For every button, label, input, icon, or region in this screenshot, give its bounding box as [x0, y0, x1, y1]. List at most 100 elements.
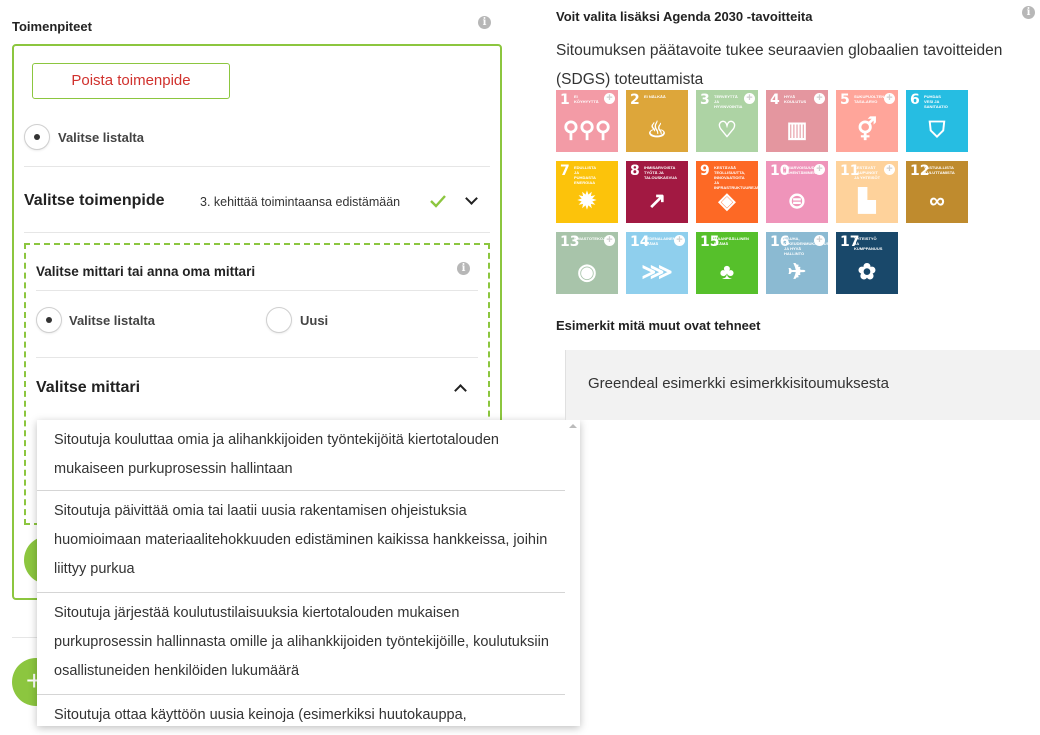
list-item[interactable]: Sitoutuja päivittää omia tai laatii uusi… — [37, 491, 565, 593]
sdg-goal-7[interactable]: 7 Edullista ja puhdasta energiaa ✹ — [556, 161, 618, 223]
add-icon[interactable] — [604, 233, 615, 247]
select-action-dropdown[interactable]: Valitse toimenpide 3. kehittää toimintaa… — [24, 180, 490, 224]
chevron-up-icon[interactable] — [454, 384, 467, 397]
sdg-goal-number: 1 — [560, 92, 570, 108]
sdg-goal-label: Yhteistyö ja kumppanuus — [854, 236, 883, 251]
list-item-text: Sitoutuja päivittää omia tai laatii uusi… — [54, 503, 548, 577]
sdg-goal-17[interactable]: 17 Yhteistyö ja kumppanuus ✿ — [836, 232, 898, 294]
scroll-up-icon[interactable] — [569, 424, 577, 428]
select-action-label: Valitse toimenpide — [24, 192, 165, 209]
divider — [24, 232, 490, 233]
agenda-description: Sitoumuksen päätavoite tukee seuraavien … — [556, 42, 1003, 88]
sdg-goal-label: Edullista ja puhdasta energiaa — [574, 165, 596, 185]
sdg-goal-number: 3 — [700, 92, 710, 108]
equal-icon: ⊜ — [787, 188, 807, 213]
sdg-goal-label: Vastuullista kuluttamista — [924, 165, 955, 175]
list-item-text: Sitoutuja kouluttaa omia ja alihankkijoi… — [54, 432, 499, 477]
agenda-title: Voit valita lisäksi Agenda 2030 -tavoitt… — [556, 9, 813, 24]
city-icon: ▙ — [858, 188, 876, 213]
sdg-goal-14[interactable]: 14Vedenalainen elämä⋙ — [626, 232, 688, 294]
heartbeat-icon: ♡ — [717, 117, 737, 142]
check-icon — [430, 195, 446, 208]
bowl-icon: ♨ — [647, 117, 667, 142]
list-item-text: Sitoutuja ottaa käyttöön uusia keinoja (… — [54, 707, 467, 723]
sdg-goal-16[interactable]: 16 Rauha, oikeudenmukaisuus ja hyvä halli… — [766, 232, 828, 294]
radio-metric-list[interactable] — [36, 307, 62, 333]
sdg-goal-label: Puhdas vesi ja sanitaatio — [924, 94, 948, 109]
sdg-goal-label: Ilmastotekoja — [574, 236, 609, 241]
flower-icon: ✿ — [857, 259, 877, 284]
add-icon[interactable] — [814, 162, 825, 176]
list-item[interactable]: Sitoutuja ottaa käyttöön uusia keinoja (… — [37, 695, 565, 735]
info-icon[interactable]: i — [1022, 6, 1035, 19]
sdg-goal-13[interactable]: 13Ilmastotekoja◉ — [556, 232, 618, 294]
sdg-goal-1[interactable]: 1 Ei köyhyyttä ⚲⚲⚲ — [556, 90, 618, 152]
chevron-down-icon[interactable] — [465, 192, 478, 205]
sdg-goal-4[interactable]: 4 Hyvä koulutus ▥ — [766, 90, 828, 152]
divider — [36, 357, 478, 358]
list-item[interactable]: Sitoutuja kouluttaa omia ja alihankkijoi… — [37, 420, 565, 491]
sdg-goal-6[interactable]: 6 Puhdas vesi ja sanitaatio ⛉ — [906, 90, 968, 152]
sun-icon: ✹ — [577, 188, 597, 213]
sdg-goal-12[interactable]: 12 Vastuullista kuluttamista ∞ — [906, 161, 968, 223]
sdg-goal-number: 7 — [560, 163, 570, 179]
sdg-goal-number: 2 — [630, 92, 640, 108]
sdg-goal-2[interactable]: 2 Ei nälkää ♨ — [626, 90, 688, 152]
sdg-goal-10[interactable]: 10Eriarvoisuuden vähentäminen⊜ — [766, 161, 828, 223]
tree-icon: ♣ — [719, 259, 735, 284]
add-icon[interactable] — [604, 91, 615, 105]
list-item[interactable]: Sitoutuja järjestää koulutustilaisuuksia… — [37, 593, 565, 695]
sdg-goal-number: 8 — [630, 163, 640, 179]
radio-metric-new-label: Uusi — [300, 313, 329, 328]
sdg-goal-label: Hyvä koulutus — [784, 94, 807, 104]
blocks-icon: ◈ — [718, 188, 736, 213]
add-icon[interactable] — [814, 91, 825, 105]
infinity-icon: ∞ — [929, 188, 945, 213]
add-icon[interactable] — [744, 91, 755, 105]
fish-icon: ⋙ — [641, 259, 673, 284]
add-icon[interactable] — [674, 233, 685, 247]
dove-icon: ✈ — [787, 259, 807, 284]
add-icon[interactable] — [884, 91, 895, 105]
sdg-goal-label: Kestävät kaupungit ja yhteisöt — [854, 165, 881, 180]
remove-action-label: Poista toimenpide — [71, 72, 191, 89]
sdg-goal-label: Rauha, oikeudenmukaisuus ja hyvä hallint… — [784, 236, 828, 256]
radio-choose-from-list-label: Valitse listalta — [58, 130, 144, 145]
info-icon[interactable]: i — [457, 262, 470, 275]
eye-globe-icon: ◉ — [577, 259, 597, 284]
sdg-goal-label: Ei köyhyyttä — [574, 94, 599, 104]
info-icon[interactable]: i — [478, 16, 491, 29]
sdg-goal-label: Sukupuolten tasa-arvo — [854, 94, 885, 104]
divider — [24, 166, 490, 167]
select-metric-label: Valitse mittari — [36, 379, 141, 396]
sdg-goal-number: 5 — [840, 92, 850, 108]
add-icon[interactable] — [884, 162, 895, 176]
gender-icon: ⚥ — [857, 117, 877, 142]
example-card-text: Greendeal esimerkki esimerkkisitoumukses… — [588, 375, 889, 392]
water-icon: ⛉ — [928, 117, 946, 142]
sdg-goal-9[interactable]: 9 Kestävää teollisuutta, innovaatioita ja… — [696, 161, 758, 223]
examples-title: Esimerkit mitä muut ovat tehneet — [556, 318, 761, 333]
add-icon[interactable] — [814, 233, 825, 247]
divider — [36, 290, 478, 291]
sdg-goal-number: 6 — [910, 92, 920, 108]
sdg-goal-8[interactable]: 8 Ihmisarvoista työtä ja talouskasvua ↗ — [626, 161, 688, 223]
radio-metric-new[interactable] — [266, 307, 292, 333]
sdg-goals-grid: 1 Ei köyhyyttä ⚲⚲⚲ 2 Ei nälkää ♨ 3 Terveyttä ja… — [556, 90, 968, 294]
family-icon: ⚲⚲⚲ — [562, 117, 612, 142]
sdg-goal-5[interactable]: 5 Sukupuolten tasa-arvo ⚥ — [836, 90, 898, 152]
sdg-goal-number: 9 — [700, 163, 710, 179]
select-metric-dropdown[interactable]: Valitse mittari — [36, 370, 478, 406]
sdg-goal-label: Ihmisarvoista työtä ja talouskasvua — [644, 165, 678, 180]
example-card[interactable]: Greendeal esimerkki esimerkkisitoumukses… — [565, 350, 1040, 420]
sdg-goal-15[interactable]: 15 Maanpäällinen elämä ♣ — [696, 232, 758, 294]
sdg-goal-11[interactable]: 11Kestävät kaupungit ja yhteisöt▙ — [836, 161, 898, 223]
radio-choose-from-list[interactable] — [24, 124, 50, 150]
book-icon: ▥ — [786, 117, 808, 142]
scrollbar[interactable] — [566, 420, 580, 726]
sdg-goal-3[interactable]: 3 Terveyttä ja hyvinvointia ♡ — [696, 90, 758, 152]
metric-box-title: Valitse mittari tai anna oma mittari — [36, 264, 256, 279]
selected-action-value: 3. kehittää toimintaansa edistämään — [200, 195, 401, 209]
sdg-goal-label: Eriarvoisuuden vähentäminen — [784, 165, 821, 175]
remove-action-button[interactable]: Poista toimenpide — [32, 63, 230, 99]
